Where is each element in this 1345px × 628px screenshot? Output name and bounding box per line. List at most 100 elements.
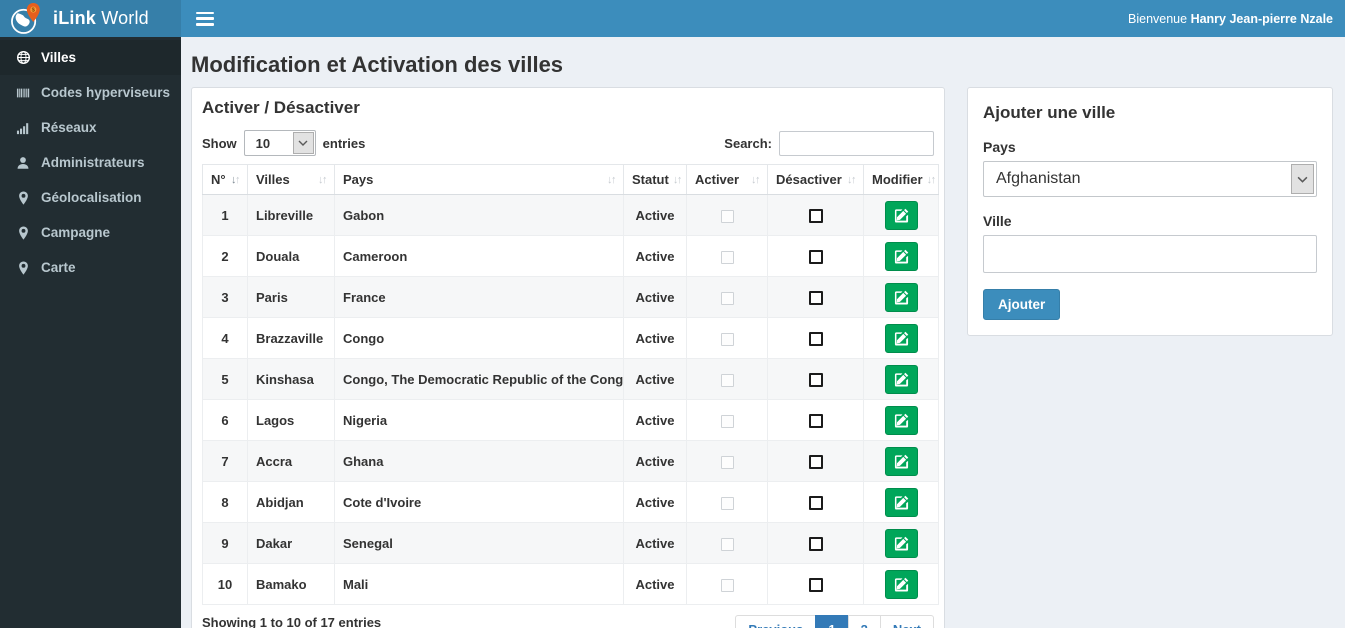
ville-cell: Brazzaville bbox=[247, 317, 335, 359]
ajouter-button[interactable]: Ajouter bbox=[983, 289, 1061, 320]
modifier-button[interactable] bbox=[884, 364, 918, 394]
row-num-cell: 5 bbox=[202, 358, 248, 400]
column-header-sort[interactable]: Désactiver ↓↑ bbox=[767, 164, 864, 195]
column-header-sort[interactable]: Pays ↓↑ bbox=[334, 164, 624, 195]
sidebar-item-g-olocalisation[interactable]: Géolocalisation bbox=[0, 180, 181, 215]
column-header-sort[interactable]: Activer ↓↑ bbox=[686, 164, 768, 195]
main-content: Modification et Activation des villes Ac… bbox=[181, 37, 1345, 628]
row-num-cell: 1 bbox=[202, 194, 248, 236]
modifier-cell bbox=[863, 399, 939, 441]
sort-icon: ↓↑ bbox=[672, 173, 683, 186]
activer-checkbox[interactable] bbox=[720, 291, 734, 305]
activer-cell bbox=[686, 317, 768, 359]
map-marker-icon bbox=[15, 260, 31, 275]
row-num-cell: 4 bbox=[202, 317, 248, 359]
activer-checkbox[interactable] bbox=[720, 373, 734, 387]
search-input[interactable] bbox=[779, 130, 934, 156]
modifier-button[interactable] bbox=[884, 446, 918, 476]
desactiver-checkbox[interactable] bbox=[808, 577, 823, 592]
sidebar-item-administrateurs[interactable]: Administrateurs bbox=[0, 145, 181, 180]
activer-checkbox[interactable] bbox=[720, 455, 734, 469]
table-row: 4 Brazzaville Congo Active bbox=[202, 317, 939, 359]
desactiver-checkbox[interactable] bbox=[808, 372, 823, 387]
statut-cell: Active bbox=[623, 235, 687, 277]
welcome-text: Bienvenue Hanry Jean-pierre Nzale bbox=[1128, 11, 1333, 26]
sort-icon: ↓↑ bbox=[926, 173, 937, 186]
pays-cell: Mali bbox=[334, 563, 624, 605]
modifier-button[interactable] bbox=[884, 323, 918, 353]
modifier-button[interactable] bbox=[884, 282, 918, 312]
activer-checkbox[interactable] bbox=[720, 332, 734, 346]
column-header-sort[interactable]: N° ↓↑ bbox=[202, 164, 248, 195]
sidebar-item-villes[interactable]: Villes bbox=[0, 40, 181, 75]
pays-select[interactable]: Afghanistan bbox=[983, 161, 1317, 197]
column-header-label: Modifier bbox=[872, 172, 923, 187]
ville-input[interactable] bbox=[983, 235, 1317, 273]
statut-cell: Active bbox=[623, 522, 687, 564]
sidebar-item-campagne[interactable]: Campagne bbox=[0, 215, 181, 250]
desactiver-checkbox[interactable] bbox=[808, 249, 823, 264]
desactiver-checkbox[interactable] bbox=[808, 536, 823, 551]
page-length-select[interactable]: 10 bbox=[243, 130, 316, 156]
activer-cell bbox=[686, 194, 768, 236]
chevron-down-icon bbox=[1291, 164, 1314, 194]
modifier-button[interactable] bbox=[884, 528, 918, 558]
column-header-sort[interactable]: Statut ↓↑ bbox=[623, 164, 687, 195]
edit-icon bbox=[894, 372, 909, 387]
desactiver-cell bbox=[767, 235, 864, 277]
row-num-cell: 8 bbox=[202, 481, 248, 523]
modifier-button[interactable] bbox=[884, 241, 918, 271]
pagination-1[interactable]: 1 bbox=[815, 615, 849, 628]
pays-cell: Cote d'Ivoire bbox=[334, 481, 624, 523]
chevron-down-icon bbox=[292, 132, 314, 154]
activer-checkbox[interactable] bbox=[720, 496, 734, 510]
activer-cell bbox=[686, 563, 768, 605]
column-header-label: Statut bbox=[632, 172, 669, 187]
pagination-2[interactable]: 2 bbox=[847, 615, 881, 628]
table-row: 5 Kinshasa Congo, The Democratic Republic … bbox=[202, 358, 939, 400]
sort-icon: ↓↑ bbox=[847, 173, 857, 186]
modifier-button[interactable] bbox=[884, 569, 918, 599]
desactiver-checkbox[interactable] bbox=[808, 495, 823, 510]
villes-table: N° ↓↑ Villes ↓↑ Pays ↓↑ Statut ↓↑ Activer ↓↑ Désac… bbox=[202, 164, 939, 605]
desactiver-checkbox[interactable] bbox=[808, 413, 823, 428]
modifier-button[interactable] bbox=[884, 405, 918, 435]
sidebar-item-carte[interactable]: Carte bbox=[0, 250, 181, 285]
modifier-button[interactable] bbox=[884, 487, 918, 517]
pays-cell: Gabon bbox=[334, 194, 624, 236]
activer-checkbox[interactable] bbox=[720, 414, 734, 428]
brand-link[interactable]: $ iLink World bbox=[0, 0, 181, 37]
pagination: Previous12Next bbox=[735, 615, 934, 628]
map-marker-icon bbox=[15, 225, 31, 240]
activer-checkbox[interactable] bbox=[720, 209, 734, 223]
statut-cell: Active bbox=[623, 358, 687, 400]
desactiver-checkbox[interactable] bbox=[808, 290, 823, 305]
show-label: Show bbox=[202, 135, 237, 151]
statut-cell: Active bbox=[623, 317, 687, 359]
statut-cell: Active bbox=[623, 481, 687, 523]
column-header-label: Désactiver bbox=[776, 172, 842, 187]
activer-checkbox[interactable] bbox=[720, 537, 734, 551]
sidebar-toggle-hamburger-icon[interactable] bbox=[194, 10, 216, 28]
activer-checkbox[interactable] bbox=[720, 250, 734, 264]
table-row: 3 Paris France Active bbox=[202, 276, 939, 318]
modifier-button[interactable] bbox=[884, 200, 918, 230]
desactiver-cell bbox=[767, 440, 864, 482]
modifier-cell bbox=[863, 194, 939, 236]
activer-checkbox[interactable] bbox=[720, 578, 734, 592]
column-header-sort[interactable]: Modifier ↓↑ bbox=[863, 164, 939, 195]
table-row: 7 Accra Ghana Active bbox=[202, 440, 939, 482]
desactiver-checkbox[interactable] bbox=[808, 208, 823, 223]
desactiver-checkbox[interactable] bbox=[808, 331, 823, 346]
modifier-cell bbox=[863, 276, 939, 318]
pagination-next[interactable]: Next bbox=[879, 615, 934, 628]
pagination-previous[interactable]: Previous bbox=[735, 615, 817, 628]
column-header-sort[interactable]: Villes ↓↑ bbox=[247, 164, 335, 195]
sidebar-item-codes-hyperviseurs[interactable]: Codes hyperviseurs bbox=[0, 75, 181, 110]
desactiver-cell bbox=[767, 358, 864, 400]
desactiver-checkbox[interactable] bbox=[808, 454, 823, 469]
desactiver-cell bbox=[767, 563, 864, 605]
sidebar-item-r-seaux[interactable]: Réseaux bbox=[0, 110, 181, 145]
activer-cell bbox=[686, 481, 768, 523]
table-controls: Show 10 entries Search: bbox=[202, 130, 934, 156]
